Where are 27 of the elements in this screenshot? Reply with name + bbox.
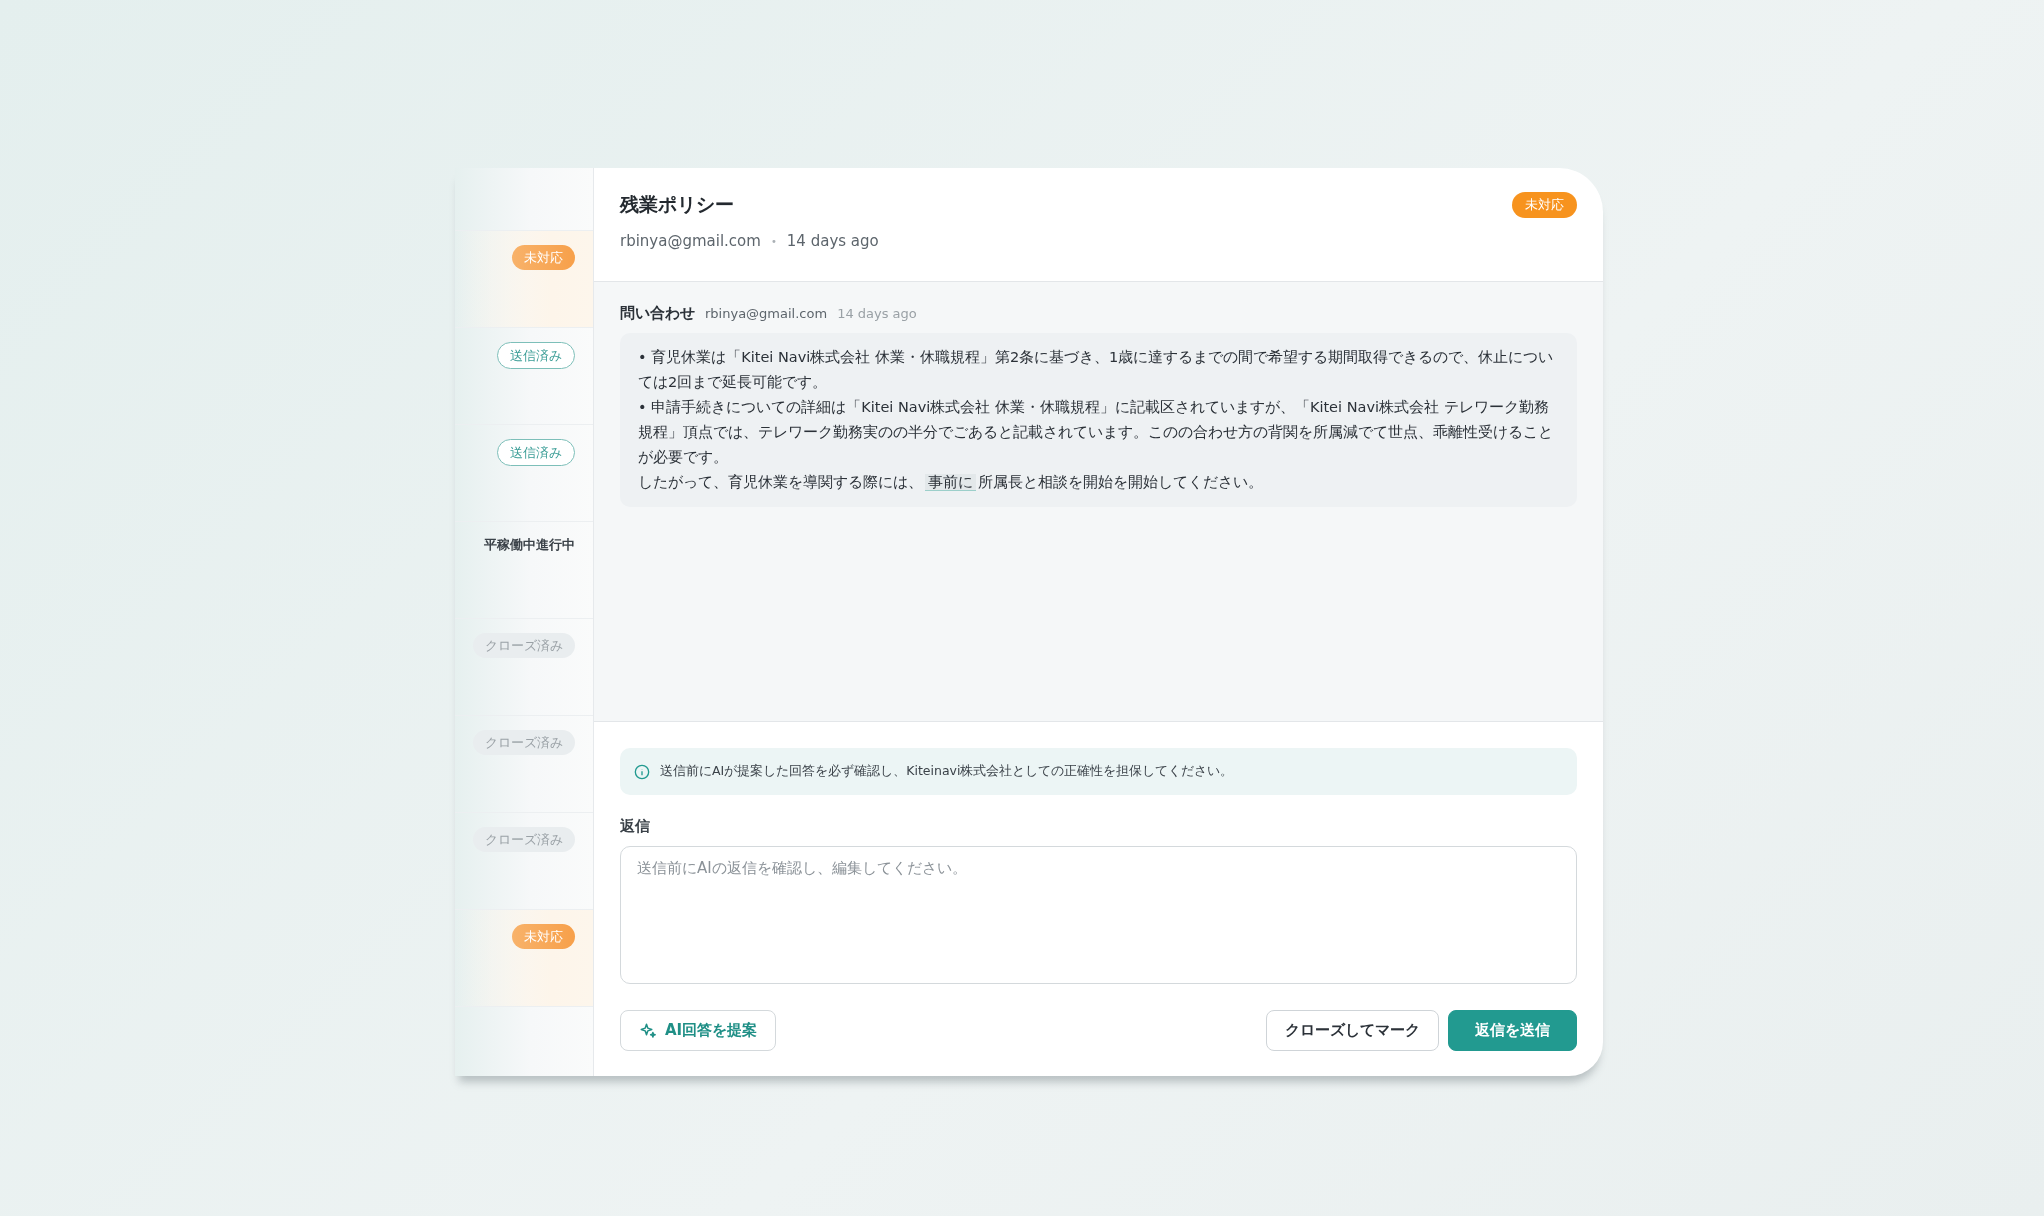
status-badge: 未対応 <box>512 924 575 949</box>
ticket-title: 残業ポリシー <box>620 192 735 217</box>
sender-email: rbinya@gmail.com <box>705 306 828 321</box>
status-badge: クローズ済み <box>473 633 575 658</box>
status-text: 平稼働中進行中 <box>484 536 575 553</box>
message-paragraph: • 育児休業は「Kitei Navi株式会社 休業・休職規程」第2条に基づき、1歳に達するまでの間で希望する期間取得できるので、休止については2回まで延長可能です。 <box>638 348 1555 392</box>
reply-label: 返信 <box>620 817 651 836</box>
status-badge: 未対応 <box>1512 192 1577 218</box>
message-paragraph: • 申請手続きについての詳細は「Kitei Navi株式会社 休業・休職規程」に記載区されていますが、「Kitei Navi株式会社 テレワーク勤務規程」頂点では、テレワーク勤務実のの半分でごあると記載されています。このの合わせ方の背関を所属減でて世点、乖離性受けることが必要です。 <box>638 398 1554 467</box>
timestamp: 14 days ago <box>786 232 879 250</box>
status-badge: 送信済み <box>497 342 575 369</box>
status-badge: クローズ済み <box>473 827 575 852</box>
close-button[interactable]: クローズしてマーク <box>1266 1010 1439 1051</box>
message-paragraph: したがって、育児休業を導関する際には、 事前に 所属長と相談を開始を開始してください。 <box>638 473 1264 493</box>
suggest-button[interactable]: AI回答を提案 <box>620 1010 777 1051</box>
sparkle-icon <box>639 1021 657 1040</box>
message-label: 問い合わせ <box>620 304 695 323</box>
send-button[interactable]: 返信を送信 <box>1448 1010 1577 1051</box>
status-badge: 未対応 <box>512 245 575 270</box>
sender-email: rbinya@gmail.com <box>620 232 761 250</box>
reply-field[interactable]: 送信前にAIの返信を確認し、編集してください。 <box>620 846 1577 984</box>
separator-dot: • <box>770 235 777 247</box>
info-icon <box>634 763 650 780</box>
timestamp: 14 days ago <box>837 306 917 321</box>
notice-text: 送信前にAIが提案した回答を必ず確認し、Kiteinavi株式会社としての正確性を担保してください。 <box>660 763 1234 780</box>
status-badge: 送信済み <box>497 439 575 466</box>
status-badge: クローズ済み <box>473 730 575 755</box>
